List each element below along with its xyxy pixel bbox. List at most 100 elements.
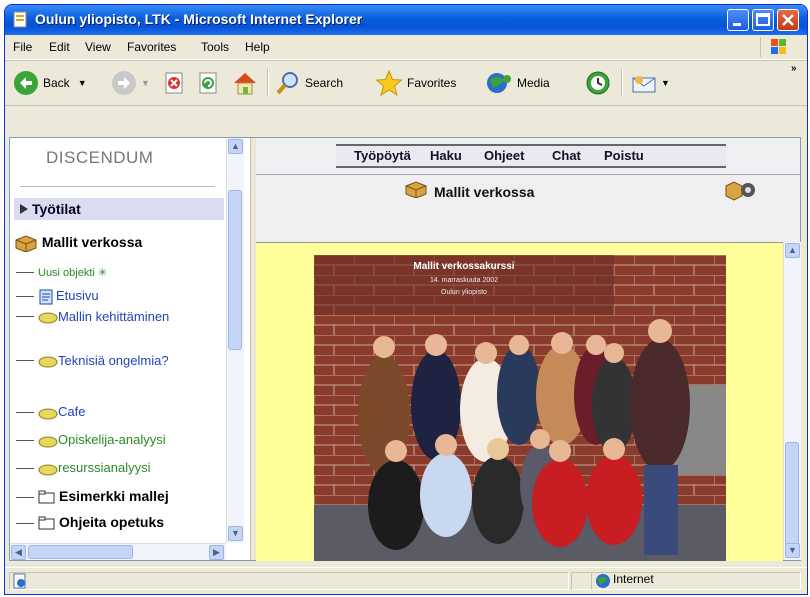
menu-file[interactable]: File: [13, 40, 32, 54]
tree-item-esimerkki-malleja[interactable]: Esimerkki mallej: [16, 488, 169, 504]
tree-root[interactable]: Mallit verkossa: [14, 234, 143, 253]
status-text-cell: [9, 572, 569, 590]
discussion-icon: [38, 436, 58, 448]
menu-favorites[interactable]: Favorites: [127, 40, 176, 54]
scroll-down-icon[interactable]: ▼: [228, 526, 243, 541]
back-label: Back: [43, 76, 70, 90]
tree-line: [16, 296, 34, 298]
workspaces-link[interactable]: Työtilat: [14, 198, 224, 220]
expand-triangle-icon: [20, 204, 28, 214]
tree-line: [16, 440, 34, 442]
close-button[interactable]: [777, 9, 799, 31]
toolbar-overflow-icon[interactable]: »: [791, 63, 797, 74]
star-icon: [375, 69, 403, 97]
page-icon: [39, 289, 53, 305]
right-vertical-scrollbar[interactable]: ▲ ▼: [783, 242, 801, 560]
settings-cube-icon[interactable]: [724, 178, 758, 202]
tree-root-label: Mallit verkossa: [41, 234, 143, 250]
group-photo: Mallit verkossakurssi 14. marraskuuta 20…: [314, 255, 726, 561]
minimize-button[interactable]: [727, 9, 749, 31]
dropdown-arrow-icon[interactable]: ▼: [661, 78, 670, 88]
left-horizontal-scrollbar[interactable]: ◀ ▶: [10, 543, 226, 560]
menu-tools[interactable]: Tools: [201, 40, 229, 54]
top-nav: Työpöytä Haku Ohjeet Chat Poistu: [256, 144, 800, 170]
media-icon: [487, 73, 511, 93]
history-button[interactable]: [585, 69, 611, 97]
folder-3d-icon: [405, 181, 427, 198]
menu-edit[interactable]: Edit: [49, 40, 70, 54]
nav-ohjeet[interactable]: Ohjeet: [484, 148, 524, 163]
home-button[interactable]: [231, 69, 259, 97]
refresh-button[interactable]: [197, 69, 221, 97]
home-icon: [234, 73, 256, 95]
mail-button[interactable]: ▼: [631, 69, 670, 97]
tree-item-cafe[interactable]: Cafe: [16, 404, 85, 421]
tree-item-new-object[interactable]: Uusi objekti ✳: [16, 264, 107, 279]
dropdown-arrow-icon[interactable]: ▼: [141, 78, 150, 88]
scrollbar-thumb[interactable]: [228, 190, 242, 350]
right-frame: Työpöytä Haku Ohjeet Chat Poistu Mallit …: [256, 138, 801, 561]
ie-page-icon: [13, 11, 27, 28]
nav-tyopoyta[interactable]: Työpöytä: [354, 148, 411, 163]
browser-window: Oulun yliopisto, LTK - Microsoft Interne…: [4, 4, 808, 595]
photo-place: Oulun yliopisto: [441, 289, 487, 296]
tree-item-ohjeita[interactable]: Ohjeita opetuks: [16, 514, 164, 530]
folder-icon: [38, 516, 55, 530]
tree-item-teknisia-ongelmia[interactable]: Teknisiä ongelmia?: [16, 352, 178, 370]
internet-zone-label: Internet: [613, 572, 654, 586]
favorites-label: Favorites: [407, 76, 457, 90]
tree-item-resurssianalyysi[interactable]: resurssianalyysi: [16, 460, 150, 477]
nav-haku[interactable]: Haku: [430, 148, 462, 163]
back-button[interactable]: Back ▼: [13, 69, 87, 97]
nav-chat[interactable]: Chat: [552, 148, 581, 163]
site-brand: DISCENDUM: [46, 148, 154, 167]
search-button[interactable]: Search: [275, 69, 343, 97]
left-frame: DISCENDUM Työtilat Mallit verkossa Uusi …: [10, 138, 250, 560]
tree-line: [16, 496, 34, 498]
left-vertical-scrollbar[interactable]: ▲ ▼: [226, 138, 244, 543]
scroll-down-icon[interactable]: ▼: [785, 543, 800, 558]
scroll-up-icon[interactable]: ▲: [785, 243, 800, 258]
toolbar-separator: [267, 69, 269, 97]
history-icon: [586, 71, 610, 95]
stop-icon: [165, 72, 183, 94]
menu-view[interactable]: View: [85, 40, 111, 54]
photo-caption: Mallit verkossakurssi: [413, 261, 515, 272]
refresh-icon: [199, 72, 217, 94]
tree-line: [16, 316, 34, 318]
search-label: Search: [305, 76, 344, 90]
workspaces-label: Työtilat: [32, 201, 81, 217]
menu-bar: File Edit View Favorites Tools Help: [5, 35, 807, 60]
page-title: Mallit verkossa: [434, 184, 535, 200]
nav-poistu[interactable]: Poistu: [604, 148, 644, 163]
maximize-button[interactable]: [752, 9, 774, 31]
discussion-icon: [38, 408, 58, 420]
tree-line: [16, 360, 34, 362]
search-icon: [276, 72, 298, 95]
tree-item-mallin-kehittaminen[interactable]: Mallin kehittäminen: [16, 308, 178, 326]
folder-3d-icon: [15, 235, 37, 253]
page-content: DISCENDUM Työtilat Mallit verkossa Uusi …: [9, 137, 801, 561]
window-title: Oulun yliopisto, LTK - Microsoft Interne…: [35, 11, 363, 27]
menu-help[interactable]: Help: [245, 40, 270, 54]
favorites-button[interactable]: Favorites: [375, 69, 456, 97]
scroll-left-icon[interactable]: ◀: [11, 545, 26, 560]
scrollbar-thumb[interactable]: [785, 442, 799, 547]
discussion-icon: [38, 356, 58, 368]
status-bar: Internet: [5, 567, 807, 594]
forward-button[interactable]: ▼: [111, 69, 150, 97]
scroll-up-icon[interactable]: ▲: [228, 139, 243, 154]
new-sparkle-icon: ✳: [97, 267, 108, 279]
scroll-right-icon[interactable]: ▶: [209, 545, 224, 560]
content-area: Mallit verkossakurssi 14. marraskuuta 20…: [256, 242, 783, 561]
title-bar: Oulun yliopisto, LTK - Microsoft Interne…: [5, 5, 807, 35]
toolbar: Back ▼ ▼ Search Favorites Media ▼ »: [5, 61, 807, 106]
media-button[interactable]: Media: [485, 69, 550, 97]
scrollbar-thumb[interactable]: [28, 545, 133, 559]
tree-item-etusivu[interactable]: Etusivu: [16, 288, 99, 305]
forward-arrow-icon: [112, 71, 136, 95]
stop-button[interactable]: [163, 69, 187, 97]
toolbar-separator: [621, 69, 623, 97]
dropdown-arrow-icon[interactable]: ▼: [78, 78, 87, 88]
tree-item-opiskelija-analyysi[interactable]: Opiskelija-analyysi: [16, 432, 166, 449]
